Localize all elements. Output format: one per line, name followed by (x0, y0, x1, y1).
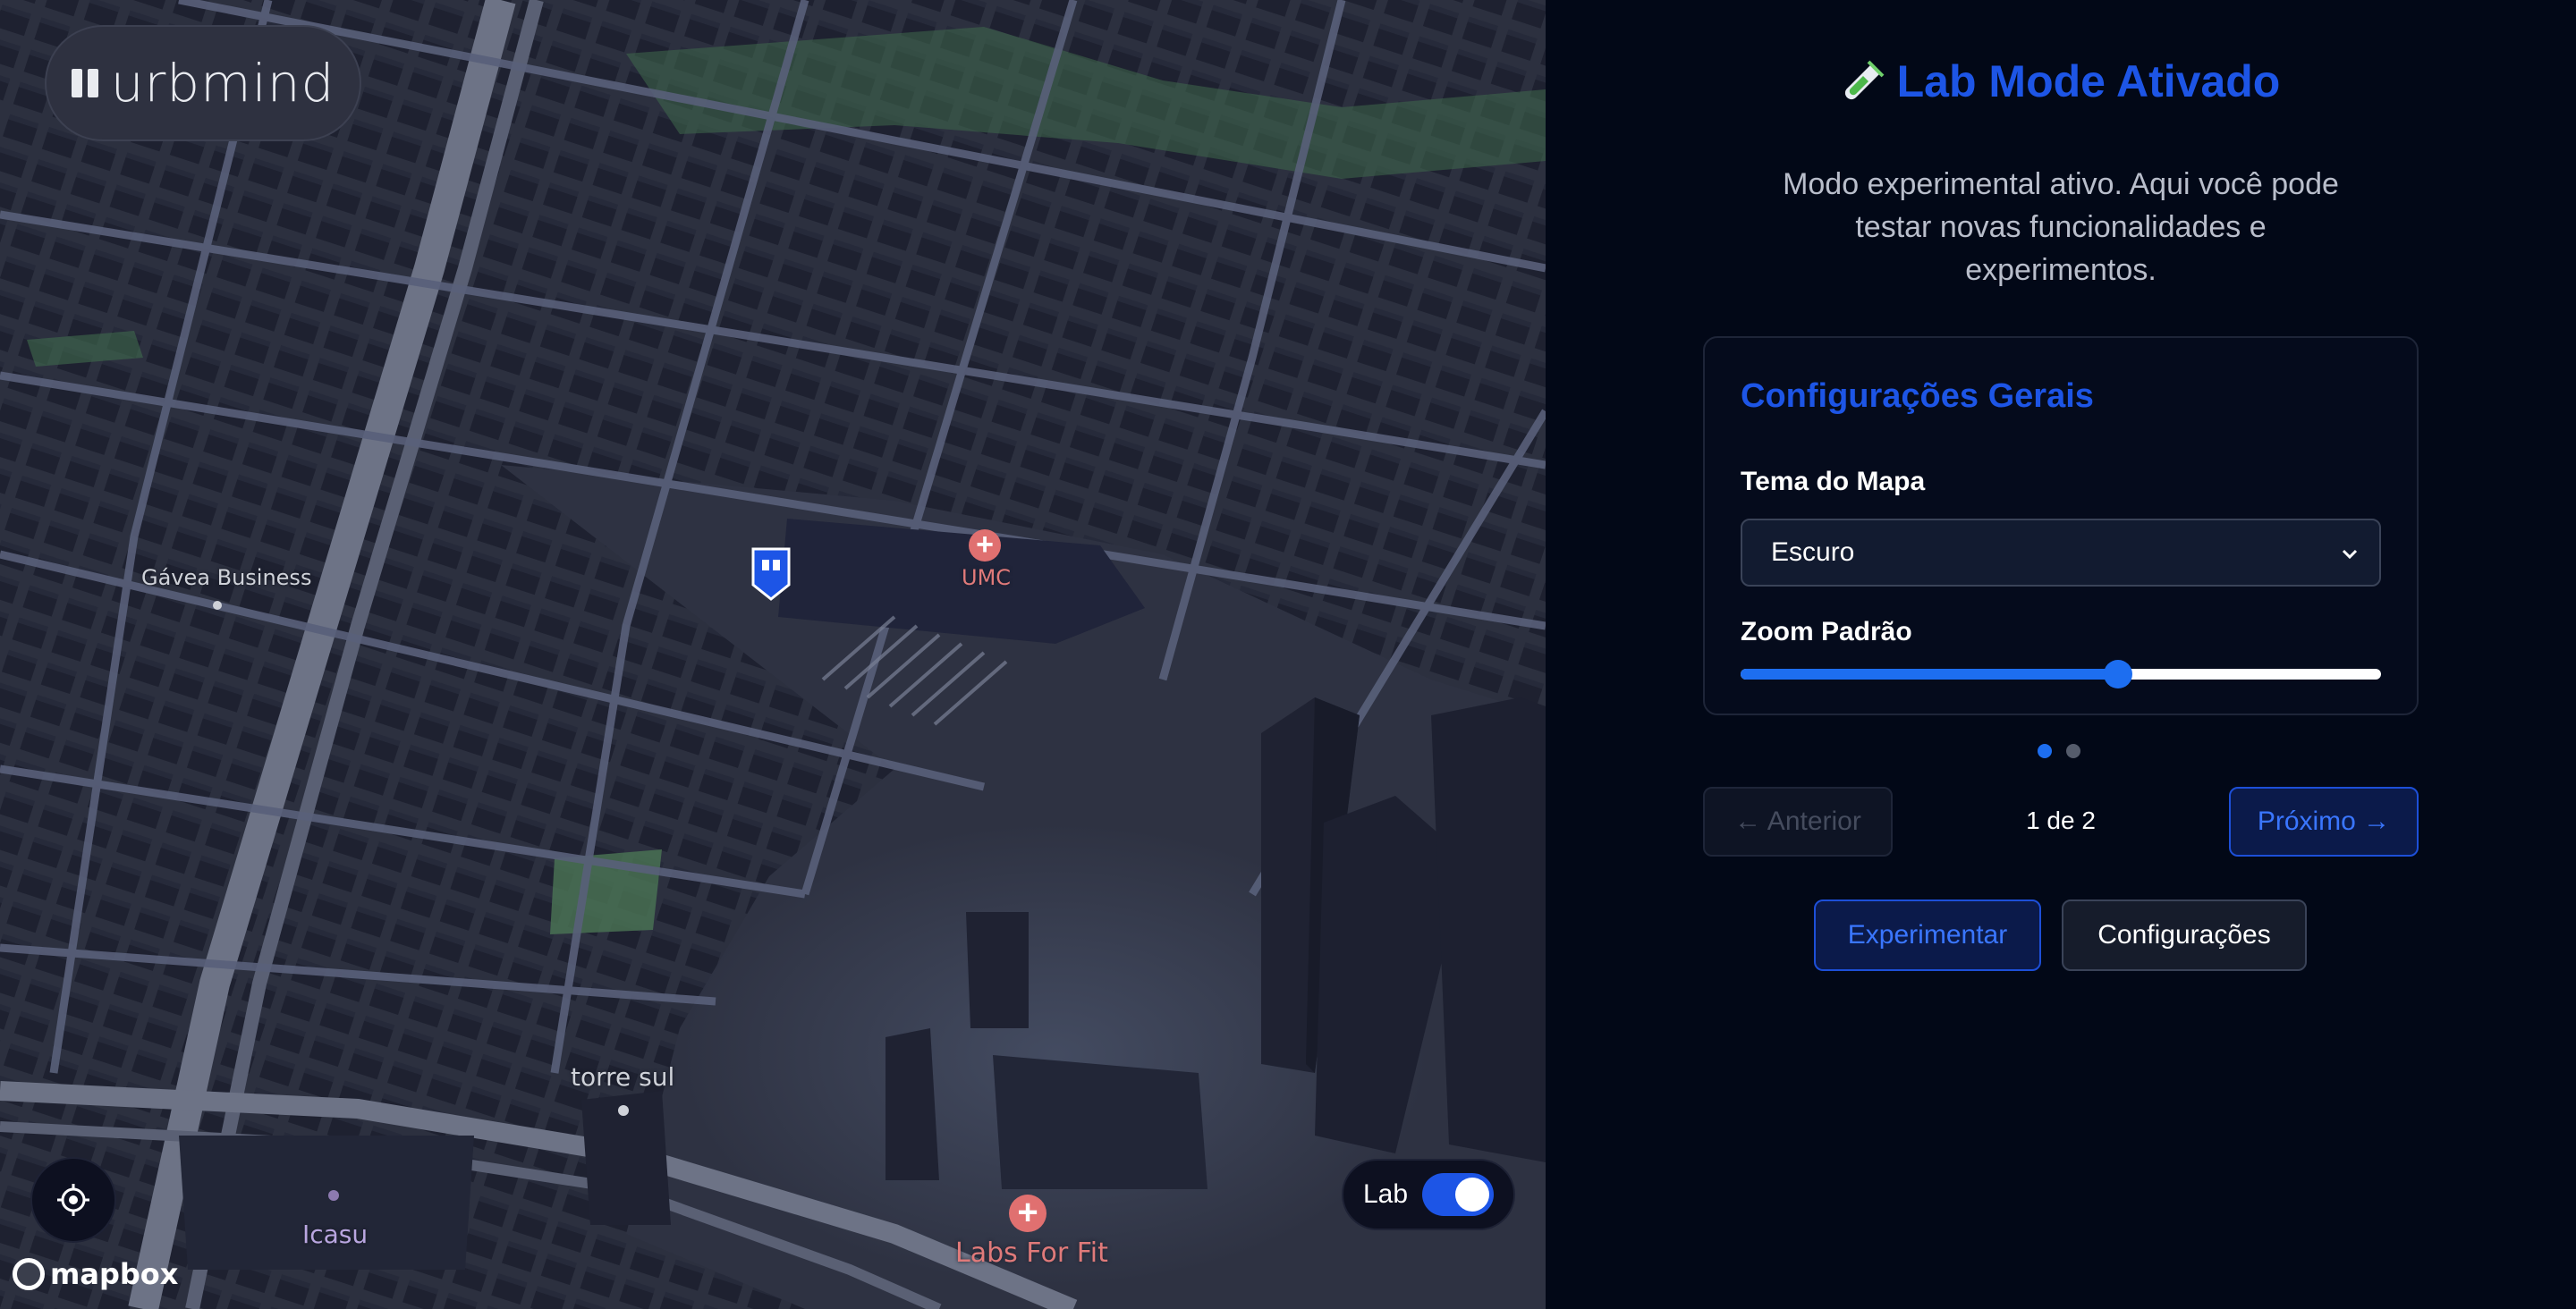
pagination-dots (2038, 744, 2080, 758)
mapbox-attribution[interactable]: mapbox (13, 1257, 178, 1291)
brand-name: urbmind (110, 53, 335, 114)
lab-panel: Lab Mode Ativado Modo experimental ativo… (1546, 0, 2576, 1309)
lab-mode-toggle[interactable]: Lab (1342, 1159, 1515, 1230)
brand-logo[interactable]: urbmind (45, 25, 361, 141)
map-label-umc: UMC (962, 565, 1012, 590)
mapbox-logo-icon (13, 1258, 45, 1290)
experiment-button[interactable]: Experimentar (1814, 899, 2041, 971)
test-tube-icon (1844, 60, 1885, 100)
map-label-icasu: Icasu (302, 1220, 369, 1249)
previous-button[interactable]: ← Anterior (1703, 787, 1893, 857)
crosshair-icon (57, 1184, 89, 1216)
hospital-icon-2[interactable]: + (1009, 1195, 1046, 1232)
zoom-slider-thumb[interactable] (2104, 660, 2133, 688)
mapbox-wordmark: mapbox (50, 1257, 179, 1291)
hospital-icon[interactable]: + (969, 529, 1001, 562)
general-settings-card: Configurações Gerais Tema do Mapa Escuro… (1703, 336, 2419, 715)
lab-switch[interactable] (1422, 1173, 1495, 1216)
zoom-slider-fill (1741, 669, 2119, 680)
switch-knob (1455, 1178, 1490, 1212)
zoom-slider[interactable] (1741, 660, 2381, 688)
map-label-labs-for-fit: Labs For Fit (955, 1237, 1108, 1269)
settings-button[interactable]: Configurações (2062, 899, 2307, 971)
map-label-gavea: Gávea Business (141, 565, 312, 590)
map-label-torre-sul: torre sul (571, 1062, 675, 1092)
next-button[interactable]: Próximo → (2229, 787, 2419, 857)
map-view[interactable]: urbmind Gávea Business + UMC torre sul I… (0, 0, 1546, 1309)
lab-toggle-label: Lab (1363, 1179, 1409, 1209)
lab-title: Lab Mode Ativado (1546, 55, 2576, 107)
map-canvas[interactable] (0, 0, 1546, 1309)
map-theme-value: Escuro (1771, 537, 1855, 567)
page-dot-2[interactable] (2066, 744, 2080, 758)
locate-me-button[interactable] (30, 1157, 116, 1243)
logo-icon (71, 69, 98, 97)
map-theme-select[interactable]: Escuro (1741, 519, 2381, 587)
lab-description: Modo experimental ativo. Aqui você pode … (1783, 167, 2339, 287)
card-title: Configurações Gerais (1741, 377, 2094, 415)
page-indicator: 1 de 2 (2026, 807, 2096, 834)
page-dot-1[interactable] (2038, 744, 2052, 758)
chevron-down-icon (2342, 549, 2358, 560)
map-theme-label: Tema do Mapa (1741, 467, 1926, 496)
location-marker-icon[interactable] (750, 545, 792, 601)
page-title: Lab Mode Ativado (1896, 56, 2281, 106)
zoom-label: Zoom Padrão (1741, 617, 1912, 646)
